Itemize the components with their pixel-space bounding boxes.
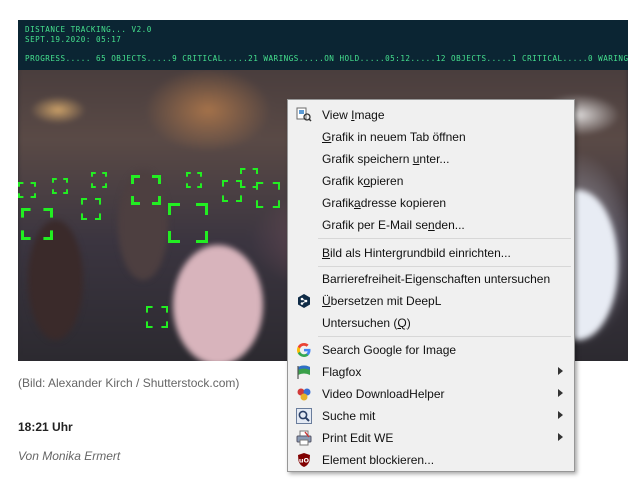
menu-separator <box>318 238 571 239</box>
menu-separator <box>318 266 571 267</box>
menu-item-label: Video DownloadHelper <box>322 387 445 401</box>
tracking-box <box>81 198 101 220</box>
menu-item-open-image-new-tab[interactable]: Grafik in neuem Tab öffnen <box>288 126 574 148</box>
menu-item-label: Grafikadresse kopieren <box>322 196 447 210</box>
hud-title: DISTANCE TRACKING... V2.0 <box>25 25 152 34</box>
tracking-box <box>168 203 208 243</box>
menu-item-save-image[interactable]: Grafik speichern unter... <box>288 148 574 170</box>
menu-item-label: Untersuchen (Q) <box>322 316 411 330</box>
tracking-hud: DISTANCE TRACKING... V2.0 SEPT.19.2020: … <box>18 20 628 70</box>
menu-item-print-edit-we[interactable]: Print Edit WE <box>288 427 574 449</box>
tracking-box <box>256 182 280 208</box>
menu-item-inspect-accessibility[interactable]: Barrierefreiheit-Eigenschaften untersuch… <box>288 268 574 290</box>
video-downloadhelper-icon <box>296 386 312 402</box>
menu-item-label: Grafik kopieren <box>322 174 404 188</box>
menu-item-label: Grafik in neuem Tab öffnen <box>322 130 466 144</box>
menu-item-view-image[interactable]: View Image <box>288 104 574 126</box>
menu-item-label: Element blockieren... <box>322 453 435 467</box>
svg-text:uO: uO <box>299 457 310 465</box>
menu-item-label: Flagfox <box>322 365 362 379</box>
menu-item-label: Bild als Hintergrundbild einrichten... <box>322 246 511 260</box>
search-icon <box>296 408 312 424</box>
submenu-arrow-icon <box>558 411 563 419</box>
person-silhouette <box>173 245 263 361</box>
menu-item-search-google-image[interactable]: Search Google for Image <box>288 339 574 361</box>
submenu-arrow-icon <box>558 389 563 397</box>
menu-item-label: View Image <box>322 108 385 122</box>
printer-icon <box>296 430 312 446</box>
menu-item-label: Search Google for Image <box>322 343 457 357</box>
submenu-arrow-icon <box>558 367 563 375</box>
article-time: 18:21 Uhr <box>18 420 73 434</box>
menu-item-label: Grafik speichern unter... <box>322 152 450 166</box>
tracking-box <box>21 208 53 240</box>
menu-item-copy-image[interactable]: Grafik kopieren <box>288 170 574 192</box>
tracking-box <box>222 180 242 202</box>
menu-item-block-element[interactable]: uO Element blockieren... <box>288 449 574 471</box>
menu-item-label: Übersetzen mit DeepL <box>322 294 442 308</box>
tracking-box <box>91 172 107 188</box>
image-caption: (Bild: Alexander Kirch / Shutterstock.co… <box>18 376 240 390</box>
menu-item-search-with[interactable]: Suche mit <box>288 405 574 427</box>
tracking-box <box>18 182 36 198</box>
google-icon <box>296 342 312 358</box>
hud-date: SEPT.19.2020: 05:17 <box>25 35 122 44</box>
menu-item-flagfox[interactable]: Flagfox <box>288 361 574 383</box>
flagfox-icon <box>296 364 312 380</box>
tracking-box <box>52 178 68 194</box>
menu-item-label: Grafik per E-Mail senden... <box>322 218 465 232</box>
tracking-box <box>186 172 202 188</box>
menu-item-set-desktop-background[interactable]: Bild als Hintergrundbild einrichten... <box>288 242 574 264</box>
view-image-icon <box>296 107 312 123</box>
menu-item-video-downloadhelper[interactable]: Video DownloadHelper <box>288 383 574 405</box>
article-author: Von Monika Ermert <box>18 449 121 463</box>
tracking-box <box>131 175 161 205</box>
menu-item-inspect[interactable]: Untersuchen (Q) <box>288 312 574 334</box>
menu-item-email-image[interactable]: Grafik per E-Mail senden... <box>288 214 574 236</box>
ublock-icon: uO <box>296 452 312 468</box>
menu-separator <box>318 336 571 337</box>
deepl-icon <box>296 293 312 309</box>
submenu-arrow-icon <box>558 433 563 441</box>
menu-item-label: Print Edit WE <box>322 431 394 445</box>
menu-item-translate-deepl[interactable]: Übersetzen mit DeepL <box>288 290 574 312</box>
menu-item-label: Suche mit <box>322 409 376 423</box>
hud-status: PROGRESS..... 65 OBJECTS.....9 CRITICAL.… <box>25 54 628 63</box>
menu-item-copy-image-address[interactable]: Grafikadresse kopieren <box>288 192 574 214</box>
menu-item-label: Barrierefreiheit-Eigenschaften untersuch… <box>322 272 551 286</box>
context-menu: View Image Grafik in neuem Tab öffnen Gr… <box>287 99 575 472</box>
tracking-box <box>146 306 168 328</box>
